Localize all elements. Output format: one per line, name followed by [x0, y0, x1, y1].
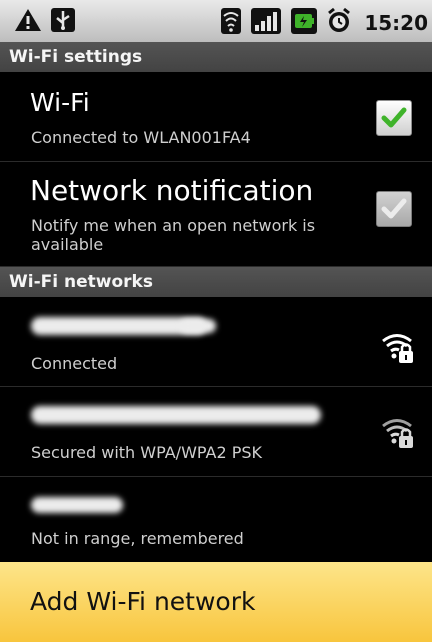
signal-icon [250, 7, 282, 39]
wifi-lock-icon [382, 334, 413, 363]
network-status: Connected [31, 354, 118, 373]
network-item-remembered[interactable]: Not in range, remembered [0, 477, 432, 562]
check-icon [381, 107, 407, 128]
wifi-title: Wi-Fi [30, 88, 90, 117]
wifi-toggle-row[interactable]: Wi-Fi Connected to WLAN001FA4 [0, 72, 432, 162]
wifi-checkbox[interactable] [376, 100, 412, 136]
check-icon [381, 198, 407, 219]
network-notification-checkbox[interactable] [376, 191, 412, 227]
status-bar: 15:20 [0, 0, 432, 42]
network-notification-summary-line1: Notify me when an open network is [31, 216, 316, 235]
section-header-wifi-networks: Wi-Fi networks [0, 267, 432, 297]
network-status: Not in range, remembered [31, 529, 244, 548]
wifi-summary: Connected to WLAN001FA4 [31, 128, 251, 147]
warning-icon [14, 7, 42, 37]
clock: 15:20 [364, 11, 428, 35]
notification-icons [14, 7, 76, 37]
wifi-lock-icon [382, 419, 413, 448]
network-notification-row[interactable]: Network notification Notify me when an o… [0, 162, 432, 267]
network-item-secured[interactable]: Secured with WPA/WPA2 PSK [0, 387, 432, 477]
network-item-connected[interactable]: Connected [0, 297, 432, 387]
section-header-wifi-settings: Wi-Fi settings [0, 42, 432, 72]
battery-icon [290, 7, 318, 39]
network-status: Secured with WPA/WPA2 PSK [31, 443, 263, 462]
network-notification-title: Network notification [30, 174, 314, 207]
add-wifi-network-button[interactable]: Add Wi-Fi network [0, 562, 432, 642]
system-icons: 15:20 [220, 7, 428, 39]
network-notification-summary-line2: available [31, 235, 104, 254]
wifi-icon [220, 7, 242, 39]
alarm-icon [326, 7, 352, 39]
usb-icon [50, 7, 76, 37]
